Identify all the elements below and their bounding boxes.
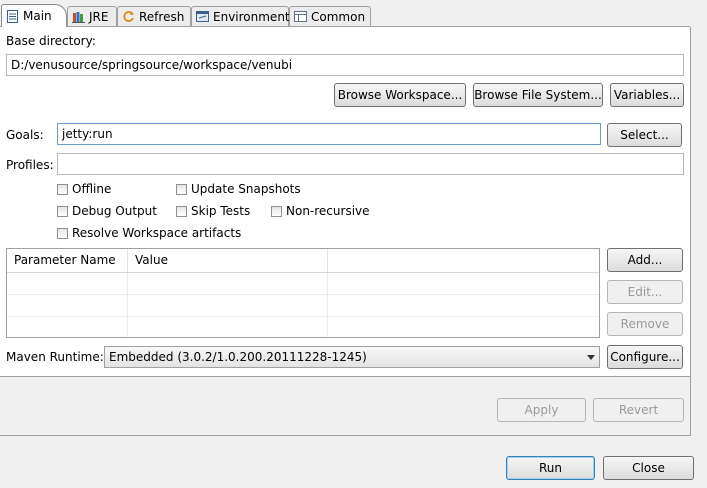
non-recursive-checkbox-label: Non-recursive bbox=[286, 204, 370, 218]
goals-input[interactable]: jetty:run bbox=[57, 123, 601, 145]
apply-revert-area bbox=[0, 377, 691, 435]
tab-main[interactable]: Main bbox=[1, 4, 67, 27]
tab-jre-label: JRE bbox=[89, 9, 109, 24]
tab-bar: Main JRE Refresh Environment Common bbox=[0, 0, 690, 27]
edit-parameter-button[interactable]: Edit... bbox=[607, 280, 683, 304]
revert-button[interactable]: Revert bbox=[593, 398, 684, 422]
table-cell bbox=[128, 273, 328, 294]
add-parameter-button[interactable]: Add... bbox=[607, 248, 683, 272]
tab-refresh[interactable]: Refresh bbox=[117, 6, 191, 26]
resolve-workspace-checkbox-box[interactable] bbox=[57, 227, 68, 239]
table-cell bbox=[7, 317, 128, 337]
tab-environment-label: Environment bbox=[213, 9, 290, 24]
configure-runtime-button[interactable]: Configure... bbox=[607, 345, 683, 369]
update-snapshots-checkbox[interactable]: Update Snapshots bbox=[176, 182, 301, 196]
skip-tests-checkbox-box[interactable] bbox=[176, 205, 187, 217]
browse-workspace-button[interactable]: Browse Workspace... bbox=[334, 83, 466, 107]
offline-checkbox[interactable]: Offline bbox=[57, 182, 111, 196]
debug-output-checkbox-label: Debug Output bbox=[72, 204, 157, 218]
tab-environment[interactable]: Environment bbox=[191, 6, 290, 26]
offline-checkbox-box[interactable] bbox=[57, 183, 68, 195]
profiles-input[interactable] bbox=[57, 153, 684, 175]
window-edge bbox=[697, 0, 707, 488]
table-row bbox=[7, 295, 599, 317]
table-cell bbox=[128, 317, 328, 337]
tab-common-label: Common bbox=[311, 9, 366, 24]
maven-runtime-label: Maven Runtime: bbox=[6, 350, 104, 364]
refresh-icon bbox=[122, 10, 135, 23]
offline-checkbox-label: Offline bbox=[72, 182, 112, 196]
tab-refresh-label: Refresh bbox=[139, 9, 185, 24]
tab-jre[interactable]: JRE bbox=[67, 6, 117, 26]
apply-button[interactable]: Apply bbox=[497, 398, 586, 422]
browse-file-system-button[interactable]: Browse File System... bbox=[473, 83, 603, 107]
resolve-workspace-checkbox[interactable]: Resolve Workspace artifacts bbox=[57, 226, 241, 240]
tab-main-label: Main bbox=[23, 9, 52, 23]
base-directory-label: Base directory: bbox=[6, 34, 96, 48]
table-row bbox=[7, 317, 599, 337]
column-header-parameter-name[interactable]: Parameter Name bbox=[7, 249, 128, 272]
maven-runtime-selected-value: Embedded (3.0.2/1.0.200.20111228-1245) bbox=[109, 350, 367, 364]
maven-runtime-select[interactable]: Embedded (3.0.2/1.0.200.20111228-1245) bbox=[104, 346, 600, 368]
resolve-workspace-checkbox-label: Resolve Workspace artifacts bbox=[72, 226, 242, 240]
table-row bbox=[7, 273, 599, 295]
debug-output-checkbox-box[interactable] bbox=[57, 205, 68, 217]
section-divider bbox=[0, 435, 691, 436]
debug-output-checkbox[interactable]: Debug Output bbox=[57, 204, 157, 218]
base-directory-input[interactable]: D:/venusource/springsource/workspace/ven… bbox=[6, 54, 684, 76]
table-cell bbox=[7, 295, 128, 316]
common-icon bbox=[294, 10, 307, 23]
column-header-value[interactable]: Value bbox=[128, 249, 328, 272]
environment-icon bbox=[196, 10, 209, 23]
close-button[interactable]: Close bbox=[603, 456, 694, 480]
parameter-table[interactable]: Parameter Name Value bbox=[6, 248, 600, 338]
goals-label: Goals: bbox=[6, 128, 44, 142]
goals-select-button[interactable]: Select... bbox=[607, 123, 682, 147]
skip-tests-checkbox[interactable]: Skip Tests bbox=[176, 204, 250, 218]
table-cell bbox=[7, 273, 128, 294]
skip-tests-checkbox-label: Skip Tests bbox=[191, 204, 251, 218]
run-button[interactable]: Run bbox=[506, 456, 595, 480]
tab-common[interactable]: Common bbox=[289, 6, 371, 26]
profiles-label: Profiles: bbox=[6, 158, 54, 172]
document-icon bbox=[6, 9, 19, 23]
non-recursive-checkbox-box[interactable] bbox=[271, 205, 282, 217]
books-icon bbox=[72, 10, 85, 23]
update-snapshots-checkbox-label: Update Snapshots bbox=[191, 182, 301, 196]
chevron-down-icon[interactable] bbox=[587, 355, 595, 360]
table-header: Parameter Name Value bbox=[7, 249, 599, 273]
variables-button[interactable]: Variables... bbox=[610, 83, 684, 107]
table-cell bbox=[128, 295, 328, 316]
update-snapshots-checkbox-box[interactable] bbox=[176, 183, 187, 195]
remove-parameter-button[interactable]: Remove bbox=[607, 312, 683, 336]
non-recursive-checkbox[interactable]: Non-recursive bbox=[271, 204, 370, 218]
